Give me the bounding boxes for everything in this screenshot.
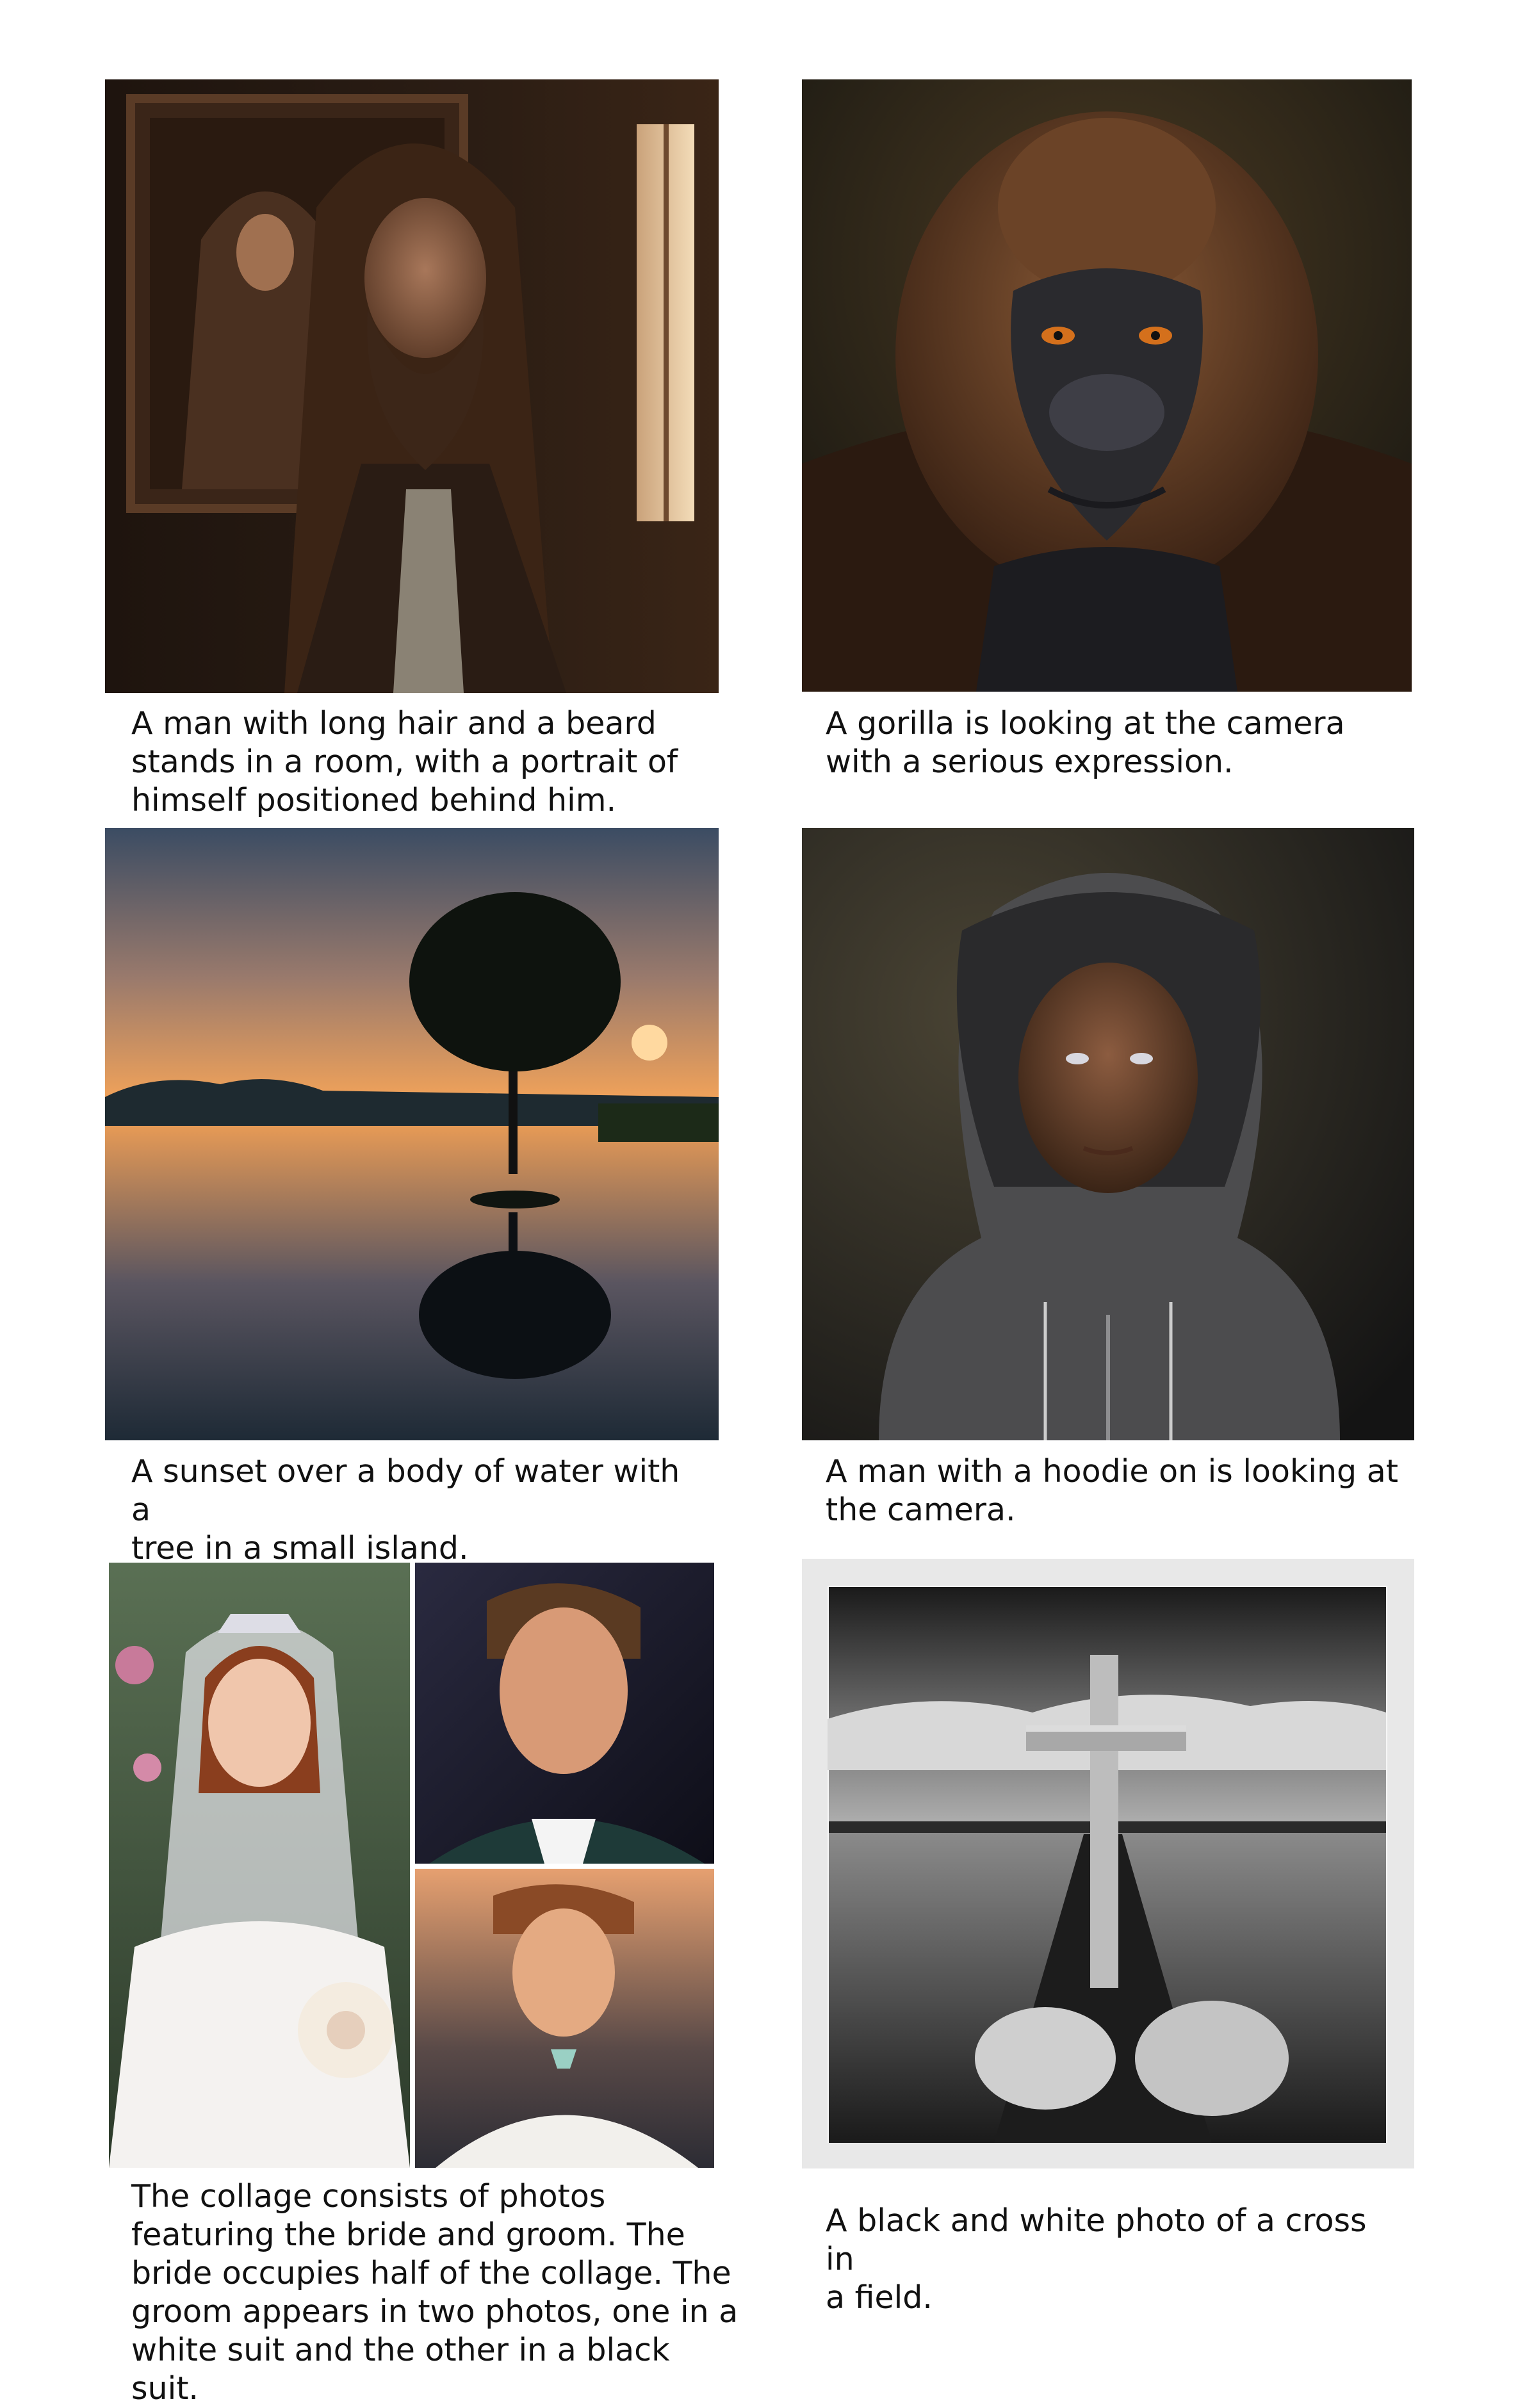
photo-man-long-hair bbox=[105, 79, 719, 693]
caption-hoodie: A man with a hoodie on is looking at the… bbox=[826, 1453, 1398, 1528]
photo-sunset-tree-island bbox=[105, 828, 719, 1440]
caption-gorilla: A gorilla is looking at the camera with … bbox=[826, 705, 1345, 780]
photo-gorilla bbox=[802, 79, 1412, 692]
photo-man-hoodie bbox=[802, 828, 1414, 1440]
caption-cross: A black and white photo of a cross in a … bbox=[826, 2202, 1367, 2316]
caption-collage: The collage consists of photos featuring… bbox=[131, 2178, 739, 2407]
photo-bride-groom-collage bbox=[109, 1563, 714, 2168]
caption-sunset: A sunset over a body of water with a tre… bbox=[131, 1453, 680, 1566]
caption-man-long-hair: A man with long hair and a beard stands … bbox=[131, 705, 678, 818]
photo-cross-field bbox=[802, 1559, 1414, 2168]
